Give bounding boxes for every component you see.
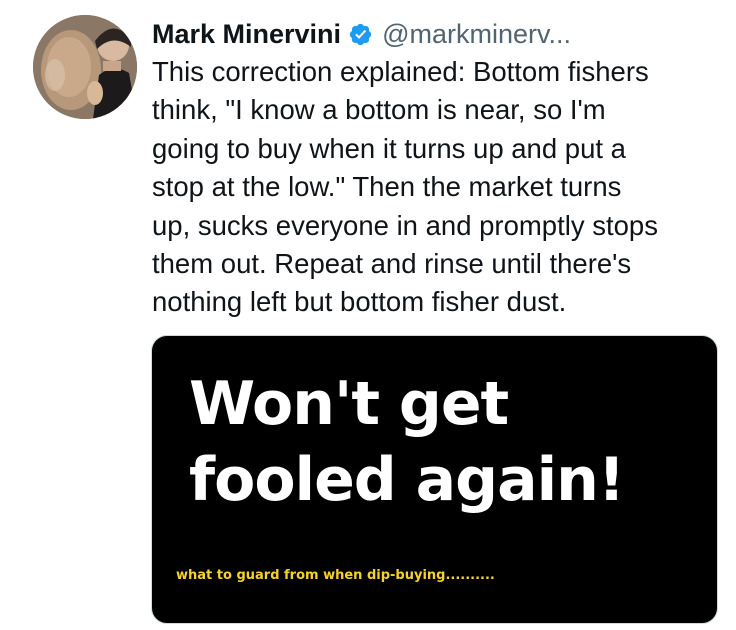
tweet-text-line: This correction explained: Bottom fisher… [152, 56, 649, 87]
tweet-media-image[interactable]: Won't get fooled again! what to guard fr… [151, 335, 718, 624]
avatar-image [33, 15, 137, 119]
avatar[interactable] [33, 15, 137, 119]
tweet-text-line: nothing left but bottom fisher dust. [152, 286, 567, 318]
author-name[interactable]: Mark Minervini [152, 19, 341, 50]
media-headline: Won't get fooled again! [189, 366, 625, 518]
tweet-text-line: going to buy when it turns up and put a [152, 132, 626, 164]
verified-badge-icon [348, 22, 373, 47]
tweet-text-line: stop at the low." Then the market turns [152, 171, 622, 203]
tweet-text-line: up, sucks everyone in and promptly stops [152, 209, 658, 241]
author-handle[interactable]: @markminerv... [382, 19, 571, 50]
media-headline-line: Won't get [189, 369, 509, 439]
tweet-header: Mark Minervini @markminerv... [152, 14, 571, 54]
media-headline-line: fooled again! [189, 445, 625, 515]
tweet-text-line: them out. Repeat and rinse until there's [152, 248, 632, 280]
media-caption: what to guard from when dip-buying......… [176, 568, 495, 583]
tweet-text: This correction explained: Bottom fisher… [152, 53, 722, 322]
tweet-text-line: think, "I know a bottom is near, so I'm [152, 94, 606, 126]
